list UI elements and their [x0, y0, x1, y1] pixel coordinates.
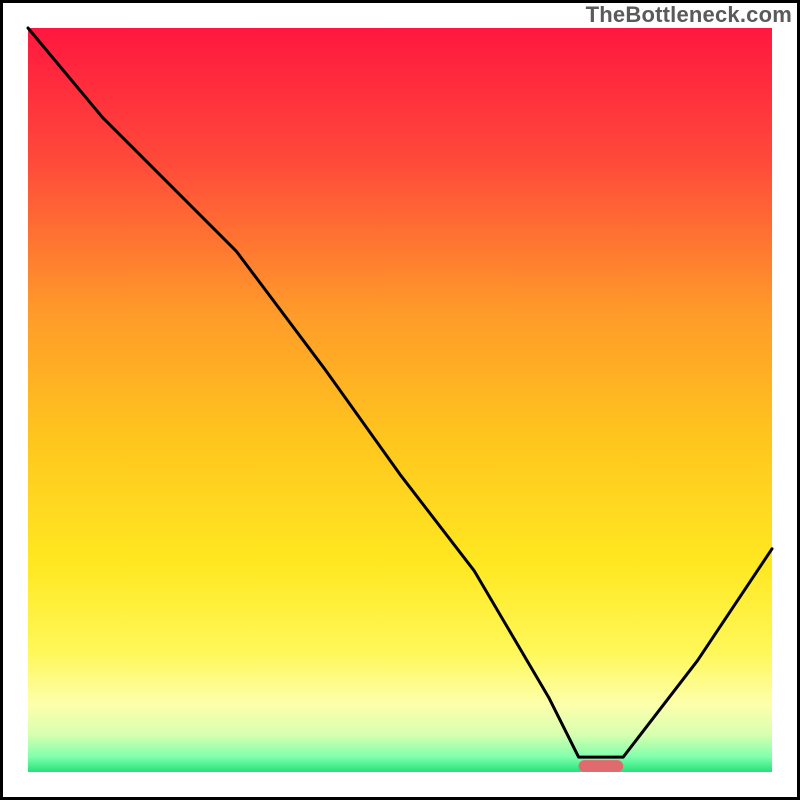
bottleneck-chart	[0, 0, 800, 800]
watermark-text: TheBottleneck.com	[586, 2, 792, 28]
gradient-plot-area	[28, 28, 772, 772]
optimal-marker	[579, 760, 624, 772]
